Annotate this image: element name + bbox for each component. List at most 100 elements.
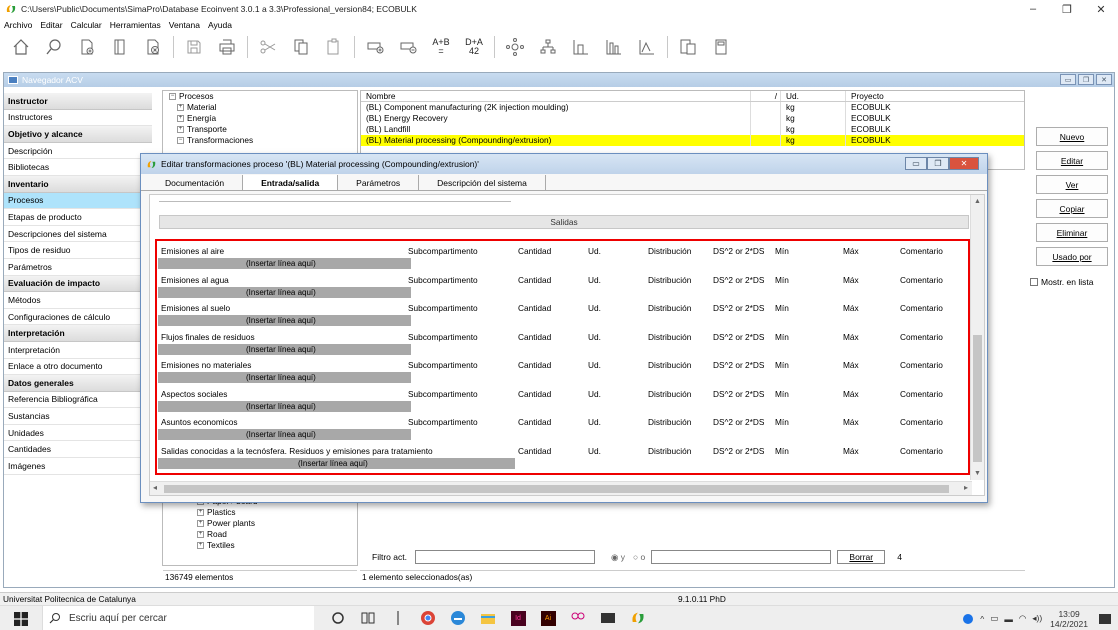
bar-chart-icon[interactable] (601, 34, 627, 60)
tree-item[interactable]: + Power plants (163, 518, 357, 529)
task-view-icon[interactable] (358, 608, 378, 628)
menu-editar[interactable]: Editar (40, 20, 62, 30)
column-header-unit[interactable]: Ud. (781, 91, 846, 101)
scroll-left-icon[interactable]: ◂ (153, 483, 157, 492)
windows-start-icon[interactable] (14, 612, 28, 628)
indesign-icon[interactable]: Id (508, 608, 528, 628)
scroll-down-icon[interactable]: ▼ (974, 470, 981, 477)
remove-row-icon[interactable] (395, 34, 421, 60)
search-icon[interactable] (41, 34, 67, 60)
table-row[interactable]: (BL) Material processing (Compounding/ex… (361, 135, 1024, 146)
navigator-item[interactable]: Procesos (4, 192, 152, 210)
minimize-button[interactable]: – (1016, 0, 1050, 18)
table-row[interactable]: (BL) Energy Recovery kg ECOBULK (361, 113, 1024, 124)
notifications-icon[interactable] (1098, 612, 1112, 626)
taskbar-search[interactable]: Escriu aquí per cercar (42, 605, 314, 630)
navigator-minimize-button[interactable]: ▭ (1060, 74, 1076, 85)
dialog-maximize-button[interactable]: ❐ (927, 157, 949, 170)
tree-item[interactable]: + Road (163, 529, 357, 540)
navigator-item[interactable]: Sustancias (4, 408, 152, 425)
home-icon[interactable] (8, 34, 34, 60)
navigator-item[interactable]: Parámetros (4, 259, 152, 276)
file-explorer-icon[interactable] (478, 608, 498, 628)
print-icon[interactable] (214, 34, 240, 60)
table-row[interactable]: (BL) Landfill kg ECOBULK (361, 124, 1024, 135)
menu-archivo[interactable]: Archivo (4, 20, 32, 30)
navigator-item[interactable]: Cantidades (4, 441, 152, 459)
tab-descripcion-sistema[interactable]: Descripción del sistema (419, 175, 546, 190)
insert-line-row[interactable]: (Insertar línea aquí) (158, 286, 411, 298)
new-document-icon[interactable] (74, 34, 100, 60)
vertical-scrollbar[interactable]: ▲ ▼ (970, 195, 984, 480)
radio-y[interactable]: ◉ y (611, 552, 625, 563)
tree-item[interactable]: + Plastics (163, 507, 357, 518)
tree-item[interactable]: + Material (163, 102, 357, 113)
navigator-item[interactable]: Bibliotecas (4, 159, 152, 176)
navigator-item[interactable]: Imágenes (4, 458, 152, 475)
navigator-item[interactable]: Descripciones del sistema (4, 226, 152, 243)
navigator-item[interactable]: Etapas de producto (4, 209, 152, 226)
illustrator-icon[interactable]: Ai (538, 608, 558, 628)
filter-input[interactable] (414, 550, 595, 564)
close-button[interactable]: ✕ (1084, 0, 1118, 18)
open-book-icon[interactable] (107, 34, 133, 60)
column-header-name[interactable]: Nombre (361, 91, 751, 101)
close-document-icon[interactable] (140, 34, 166, 60)
navigator-item[interactable]: Interpretación (4, 342, 152, 359)
tree-item[interactable]: − Transformaciones (163, 135, 357, 146)
tab-entrada-salida[interactable]: Entrada/salida (243, 175, 339, 190)
menu-calcular[interactable]: Calcular (71, 20, 102, 30)
add-row-icon[interactable] (362, 34, 388, 60)
insert-line-row[interactable]: (Insertar línea aquí) (158, 258, 411, 269)
navigator-item[interactable]: Descripción (4, 143, 152, 160)
app-icon[interactable] (568, 608, 588, 628)
formula-ab-icon[interactable]: A+B = (428, 34, 454, 60)
navigator-item[interactable]: Referencia Bibliográfica (4, 392, 152, 409)
navigator-close-button[interactable]: ✕ (1096, 74, 1112, 85)
menu-ayuda[interactable]: Ayuda (208, 20, 232, 30)
tree-item[interactable]: + Energía (163, 113, 357, 124)
edit-button[interactable]: Editar (1036, 151, 1108, 170)
network-icon[interactable] (502, 34, 528, 60)
radio-o[interactable]: ○ o (633, 552, 645, 562)
tab-parametros[interactable]: Parámetros (338, 175, 420, 190)
scroll-up-icon[interactable]: ▲ (974, 198, 981, 205)
calculator-icon[interactable] (708, 34, 734, 60)
navigator-item[interactable]: Tipos de residuo (4, 242, 152, 259)
navigator-item[interactable]: Enlace a otro documento (4, 359, 152, 376)
tree-item[interactable]: + Textiles (163, 540, 357, 551)
save-icon[interactable] (181, 34, 207, 60)
onedrive-icon[interactable] (962, 613, 974, 625)
checkbox-box[interactable] (1030, 278, 1038, 286)
copy-button[interactable]: Copiar (1036, 199, 1108, 218)
insert-line-row[interactable]: (Insertar línea aquí) (158, 372, 411, 383)
insert-line-row[interactable]: (Insertar línea aquí) (158, 429, 411, 440)
cut-icon[interactable] (255, 34, 281, 60)
paste-icon[interactable] (321, 34, 347, 60)
show-in-list-checkbox[interactable]: Mostr. en lista (1030, 277, 1093, 287)
navigator-item[interactable]: Métodos (4, 292, 152, 309)
network-tray-icon[interactable]: ▭ (990, 613, 998, 624)
delete-button[interactable]: Eliminar (1036, 223, 1108, 242)
menu-herramientas[interactable]: Herramientas (110, 20, 161, 30)
report-icon[interactable] (675, 34, 701, 60)
tree-item[interactable]: − Procesos (163, 91, 357, 102)
navigator-item[interactable]: Instructores (4, 110, 152, 127)
navigator-item[interactable]: Unidades (4, 425, 152, 442)
table-row[interactable]: (BL) Component manufacturing (2K injecti… (361, 102, 1024, 113)
navigator-item[interactable]: Configuraciones de cálculo (4, 309, 152, 326)
tray-expand-icon[interactable]: ^ (980, 614, 984, 624)
wifi-icon[interactable]: ◠ (1019, 613, 1026, 624)
volume-icon[interactable]: ◂)) (1032, 613, 1042, 624)
insert-line-row[interactable]: (Insertar línea aquí) (158, 400, 411, 412)
insert-line-row[interactable]: (Insertar línea aquí) (158, 457, 515, 469)
copy-icon[interactable] (288, 34, 314, 60)
used-by-button[interactable]: Usado por (1036, 247, 1108, 266)
horizontal-scroll-thumb[interactable] (164, 485, 949, 493)
clear-button[interactable]: Borrar (837, 550, 886, 564)
media-icon[interactable] (598, 608, 618, 628)
single-bar-chart-icon[interactable] (568, 34, 594, 60)
filter-input-2[interactable] (651, 550, 832, 564)
line-chart-icon[interactable] (634, 34, 660, 60)
dialog-close-button[interactable]: ✕ (949, 157, 979, 170)
